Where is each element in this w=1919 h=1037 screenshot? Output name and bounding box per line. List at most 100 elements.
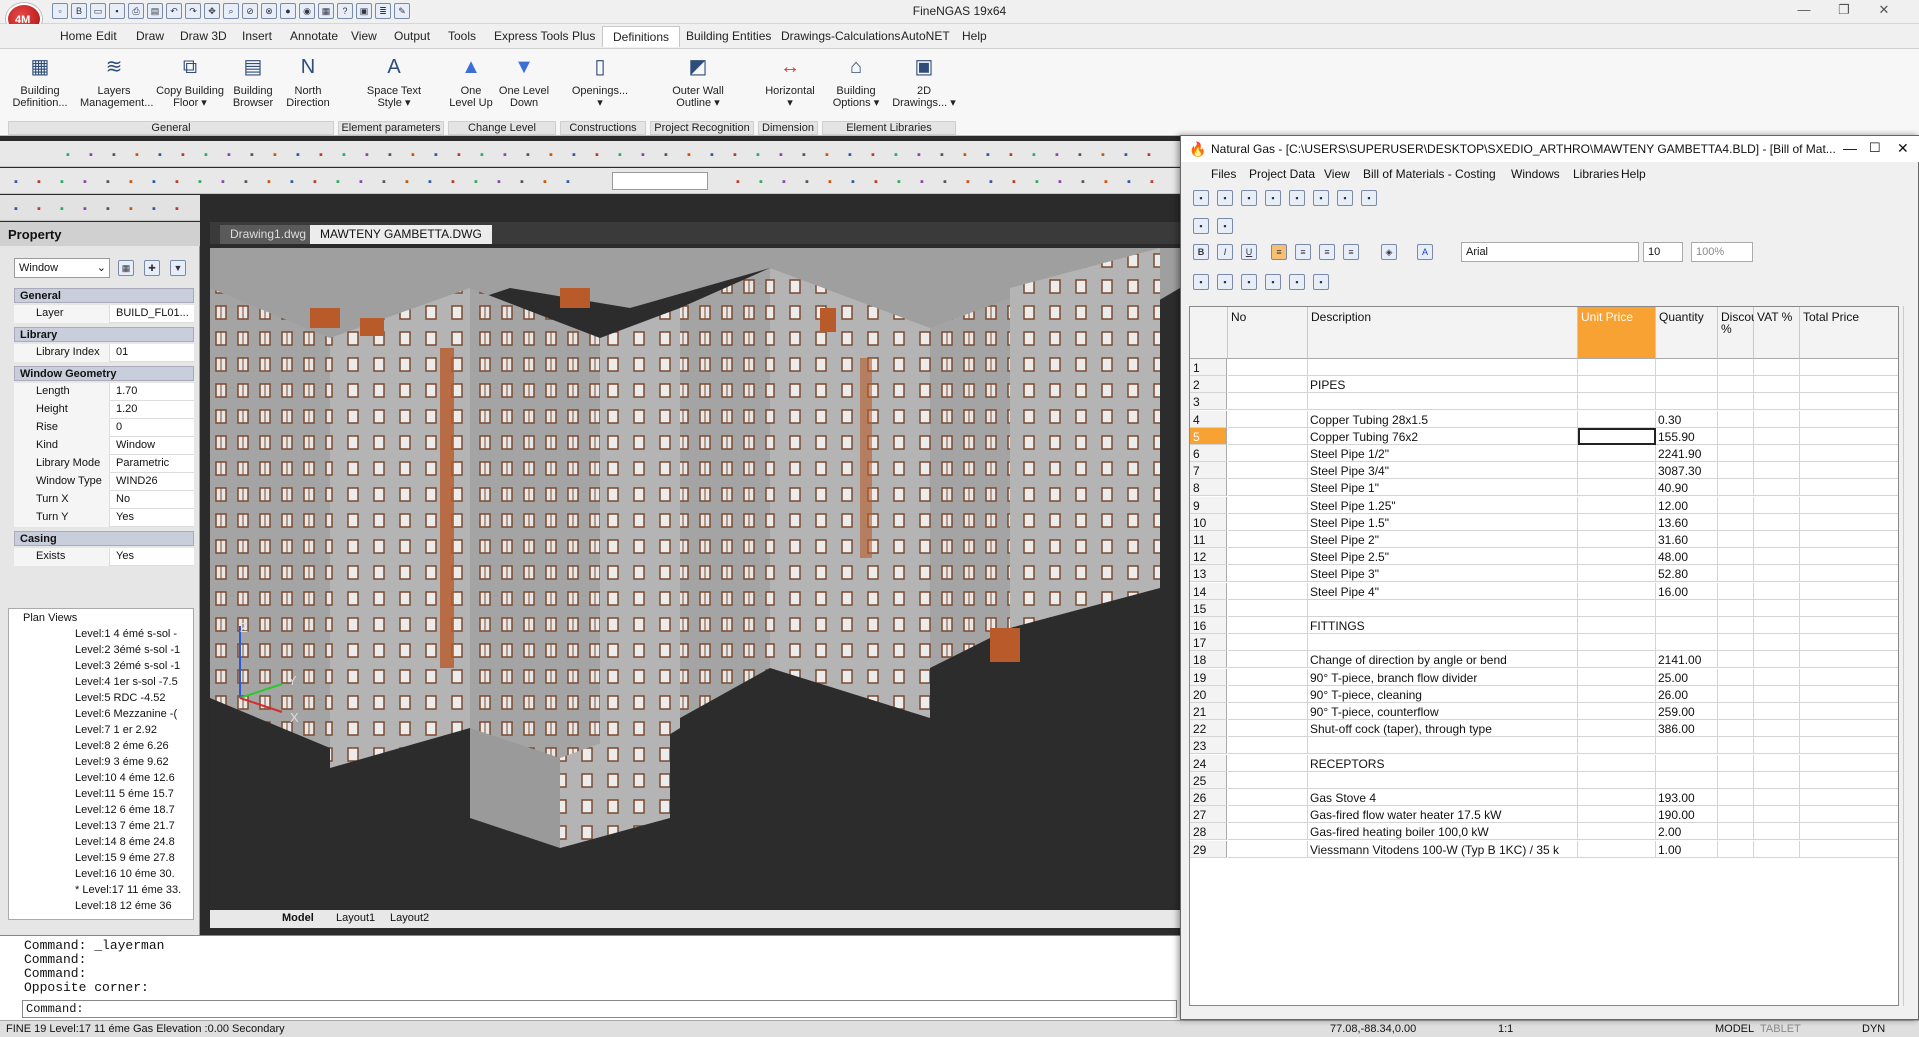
bom-menu-windows[interactable]: Windows xyxy=(1511,167,1560,181)
dim-icon[interactable]: ▪ xyxy=(1029,173,1045,189)
cell-discount[interactable] xyxy=(1718,737,1754,755)
cell-discount[interactable] xyxy=(1718,496,1754,514)
dyn-toggle[interactable]: DYN xyxy=(1862,1023,1885,1035)
cell-quantity[interactable]: 193.00 xyxy=(1656,789,1718,806)
cell-quantity[interactable] xyxy=(1656,771,1718,789)
select-icon[interactable]: ▪ xyxy=(8,200,24,216)
cell-unit-price[interactable] xyxy=(1578,359,1656,376)
building-button[interactable]: ▦ Building Definition... xyxy=(8,53,72,109)
cell-total-price[interactable] xyxy=(1800,428,1898,445)
snap-icon[interactable]: ▪ xyxy=(1095,146,1111,162)
cell-unit-price[interactable] xyxy=(1578,668,1656,686)
row-header[interactable]: 29 xyxy=(1190,840,1227,858)
cell-vat[interactable] xyxy=(1754,548,1800,566)
undo-icon[interactable]: ↶ xyxy=(166,3,182,19)
cell-discount[interactable] xyxy=(1718,479,1754,497)
cell-description[interactable]: Steel Pipe 1" xyxy=(1308,479,1578,497)
tree-item-level[interactable]: Level:9 3 éme 9.62 xyxy=(75,756,169,768)
level-up-button[interactable]: ▲ One Level Up xyxy=(448,53,494,109)
row-header[interactable]: 23 xyxy=(1190,737,1227,755)
tree-item-level[interactable]: * Level:17 11 éme 33. xyxy=(75,884,181,896)
row-header[interactable]: 19 xyxy=(1190,668,1227,686)
save-icon[interactable]: ▪ xyxy=(109,3,125,19)
tree-item-level[interactable]: Level:2 3émé s-sol -1 xyxy=(75,644,180,656)
cell-total-price[interactable] xyxy=(1800,411,1898,428)
paste-icon[interactable]: ▪ xyxy=(445,173,461,189)
dim-icon[interactable]: ▪ xyxy=(290,146,306,162)
cell-quantity[interactable] xyxy=(1656,376,1718,394)
cell-discount[interactable] xyxy=(1718,531,1754,548)
cell-quantity[interactable]: 155.90 xyxy=(1656,427,1718,445)
underline-icon[interactable]: U xyxy=(1241,244,1257,260)
tree-item-level[interactable]: Level:6 Mezzanine -( xyxy=(75,708,177,720)
cell-description[interactable]: Gas Stove 4 xyxy=(1308,789,1578,806)
cell-total-price[interactable] xyxy=(1800,531,1898,548)
cell-discount[interactable] xyxy=(1718,806,1754,824)
match-icon[interactable]: ▪ xyxy=(106,146,122,162)
cell-unit-price[interactable] xyxy=(1578,651,1656,669)
cell-discount[interactable] xyxy=(1718,410,1754,428)
cell-total-price[interactable] xyxy=(1800,376,1898,394)
cell-description[interactable] xyxy=(1308,599,1578,617)
bom-menu-project-data[interactable]: Project Data xyxy=(1249,167,1315,181)
font-size-select[interactable]: 10 xyxy=(1643,242,1683,262)
cell-total-price[interactable] xyxy=(1800,617,1898,634)
cell-unit-price[interactable] xyxy=(1578,531,1656,548)
cell-vat[interactable] xyxy=(1754,565,1800,583)
tab-plus[interactable]: Plus xyxy=(572,29,595,43)
row-header[interactable]: 8 xyxy=(1190,479,1227,497)
cut-icon[interactable]: ▪ xyxy=(54,173,70,189)
cell-total-price[interactable] xyxy=(1800,462,1898,480)
bom-tool-icon[interactable]: ▪ xyxy=(1241,190,1257,206)
tab-edit[interactable]: Edit xyxy=(96,29,117,43)
cell-unit-price[interactable] xyxy=(1578,754,1656,772)
tab-help[interactable]: Help xyxy=(962,29,987,43)
align-left-icon[interactable]: ≡ xyxy=(1271,244,1287,260)
cell-discount[interactable] xyxy=(1718,376,1754,394)
cell-no[interactable] xyxy=(1228,634,1308,652)
tab-insert[interactable]: Insert xyxy=(242,29,272,43)
cell-total-price[interactable] xyxy=(1800,565,1898,583)
cell-no[interactable] xyxy=(1228,513,1308,531)
cell-no[interactable] xyxy=(1228,445,1308,462)
drawing-viewport[interactable]: Z Y X xyxy=(210,248,1180,908)
erase-icon[interactable]: ▪ xyxy=(123,200,139,216)
paste-icon[interactable]: ▪ xyxy=(819,146,835,162)
column-header-unit-price[interactable]: Unit Price xyxy=(1578,307,1656,359)
arc-icon[interactable]: ▪ xyxy=(169,173,185,189)
tablet-toggle[interactable]: TABLET xyxy=(1760,1023,1801,1035)
line-icon[interactable]: ▪ xyxy=(514,173,530,189)
cell-vat[interactable] xyxy=(1754,634,1800,652)
bom-tool-icon[interactable]: ▪ xyxy=(1265,274,1281,290)
justify-icon[interactable]: ≡ xyxy=(1343,244,1359,260)
cell-no[interactable] xyxy=(1228,806,1308,824)
paste-icon[interactable]: ▪ xyxy=(77,200,93,216)
cell-discount[interactable] xyxy=(1718,771,1754,789)
row-header[interactable]: 9 xyxy=(1190,496,1227,514)
shade-icon[interactable]: ● xyxy=(280,3,296,19)
match-icon[interactable]: ▪ xyxy=(842,146,858,162)
row-header[interactable]: 20 xyxy=(1190,685,1227,703)
cell-quantity[interactable] xyxy=(1656,359,1718,376)
cell-total-price[interactable] xyxy=(1800,720,1898,738)
line-icon[interactable]: ▪ xyxy=(152,146,168,162)
property-value[interactable]: 1.70 xyxy=(116,385,137,397)
paste-icon[interactable]: ▪ xyxy=(822,173,838,189)
tree-item-level[interactable]: Level:13 7 éme 21.7 xyxy=(75,820,175,832)
cell-description[interactable]: FITTINGS xyxy=(1308,617,1578,634)
bom-maximize-button[interactable]: ☐ xyxy=(1869,140,1881,156)
cell-discount[interactable] xyxy=(1718,634,1754,652)
cell-description[interactable]: Steel Pipe 3/4" xyxy=(1308,462,1578,480)
cell-total-price[interactable] xyxy=(1800,479,1898,497)
cell-unit-price[interactable] xyxy=(1578,479,1656,497)
line-icon[interactable]: ▪ xyxy=(888,146,904,162)
section-general[interactable]: General xyxy=(14,288,194,303)
properties-icon[interactable]: ▣ xyxy=(356,3,372,19)
cell-description[interactable]: RECEPTORS xyxy=(1308,754,1578,772)
cell-total-price[interactable] xyxy=(1800,669,1898,686)
column-header-discount[interactable]: Discount % xyxy=(1718,307,1768,359)
copy-icon[interactable]: ▪ xyxy=(776,173,792,189)
layers-button[interactable]: ≋ Layers Management... xyxy=(80,53,153,109)
bom-menu-files[interactable]: Files xyxy=(1211,167,1236,181)
cell-quantity[interactable]: 2141.00 xyxy=(1656,651,1718,669)
